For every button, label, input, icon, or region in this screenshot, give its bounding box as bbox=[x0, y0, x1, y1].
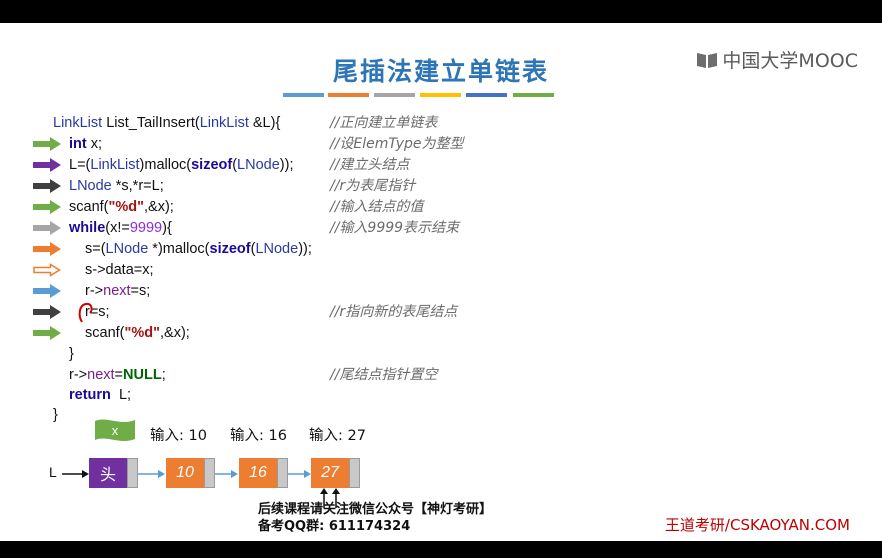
code-line-3: L=(LinkList)malloc(sizeof(LNode)); bbox=[69, 157, 294, 173]
slide: 尾插法建立单链表 中国大学MOOC LinkList List_TailInse… bbox=[0, 23, 882, 541]
node-10: 10 bbox=[166, 458, 204, 488]
arrow-orange-icon bbox=[33, 242, 61, 256]
head-pointer-label: L bbox=[49, 464, 57, 480]
arrow-outline-orange-icon bbox=[33, 263, 61, 277]
node-27-next bbox=[349, 458, 360, 488]
link-arrow-icon bbox=[138, 470, 165, 478]
arrow-gray-icon bbox=[33, 221, 61, 235]
logo-text: 中国大学MOOC bbox=[722, 50, 858, 72]
input-label-3: 输入: 27 bbox=[309, 428, 366, 444]
arrow-dark-icon bbox=[33, 305, 61, 319]
head-node: 头 bbox=[89, 458, 127, 488]
code-line-14: return L; bbox=[69, 387, 132, 403]
arrow-blue-icon bbox=[33, 284, 61, 298]
color-bar-gray bbox=[374, 93, 415, 97]
code-line-15: } bbox=[53, 407, 58, 423]
head-arrow-icon bbox=[62, 470, 89, 478]
comment-10: //r指向新的表尾结点 bbox=[330, 304, 458, 320]
code-line-11: scanf("%d",&x); bbox=[85, 325, 190, 341]
arrow-green-icon bbox=[33, 137, 61, 151]
comment-3: //建立头结点 bbox=[330, 157, 410, 173]
code-line-7: s=(LNode *)malloc(sizeof(LNode)); bbox=[85, 241, 312, 257]
comment-5: //输入结点的值 bbox=[330, 199, 424, 215]
head-node-next bbox=[127, 458, 138, 488]
arrow-dark-icon bbox=[33, 179, 61, 193]
color-bar-green bbox=[513, 93, 554, 97]
color-bar-yellow bbox=[420, 93, 461, 97]
code-line-4: LNode *s,*r=L; bbox=[69, 178, 164, 194]
link-arrow-icon bbox=[288, 470, 311, 478]
book-icon bbox=[697, 52, 718, 68]
color-bar-orange bbox=[328, 93, 369, 97]
arrow-purple-icon bbox=[33, 158, 61, 172]
variable-x-label: x bbox=[112, 423, 119, 438]
comment-1: //正向建立单链表 bbox=[330, 115, 438, 131]
code-line-2: int x; bbox=[69, 136, 103, 152]
variable-x-badge: x bbox=[95, 419, 135, 441]
link-arrow-icon bbox=[215, 470, 238, 478]
code-line-6: while(x!=9999){ bbox=[69, 220, 172, 236]
code-line-1: LinkList List_TailInsert(LinkList &L){ bbox=[53, 115, 281, 131]
comment-13: //尾结点指针置空 bbox=[330, 367, 438, 383]
arrow-green-icon bbox=[33, 200, 61, 214]
code-line-9: r->next=s; bbox=[85, 283, 151, 299]
brand-watermark: 王道考研/CSKAOYAN.COM bbox=[664, 516, 850, 534]
code-line-12: } bbox=[69, 346, 74, 362]
arrow-green-icon bbox=[33, 326, 61, 340]
input-label-2: 输入: 16 bbox=[230, 428, 287, 444]
color-bar-blue bbox=[283, 93, 324, 97]
node-16: 16 bbox=[239, 458, 277, 488]
comment-2: //设ElemType为整型 bbox=[330, 136, 464, 152]
code-line-8: s->data=x; bbox=[85, 262, 154, 278]
node-27: 27 bbox=[311, 458, 349, 488]
node-16-next bbox=[277, 458, 288, 488]
input-label-1: 输入: 10 bbox=[150, 428, 207, 444]
color-bar-darkblue bbox=[466, 93, 507, 97]
overlay-caption-line2: 备考QQ群: 611174324 bbox=[258, 519, 411, 534]
code-line-13: r->next=NULL; bbox=[69, 367, 166, 383]
mooc-logo: 中国大学MOOC bbox=[696, 46, 858, 73]
comment-6: //输入9999表示结束 bbox=[330, 220, 460, 236]
comment-4: //r为表尾指针 bbox=[330, 178, 416, 194]
node-10-next bbox=[204, 458, 215, 488]
code-line-5: scanf("%d",&x); bbox=[69, 199, 174, 215]
